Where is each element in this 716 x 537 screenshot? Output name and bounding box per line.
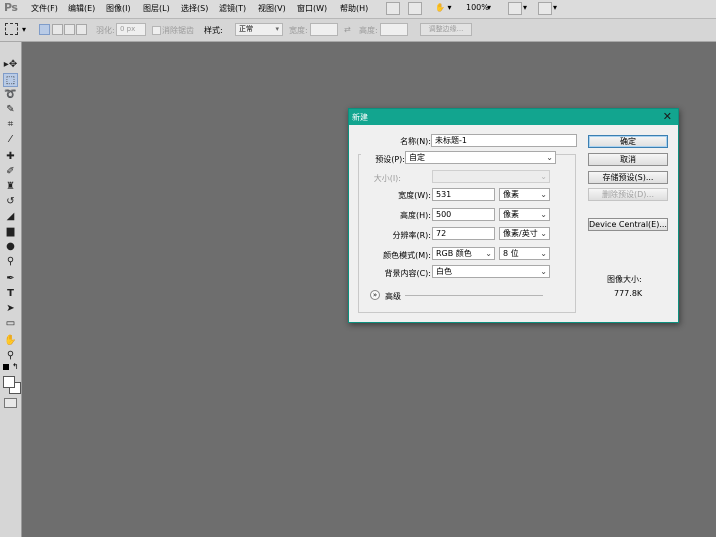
dialog-title: 新建 bbox=[352, 113, 368, 122]
screen-mode-icon[interactable] bbox=[538, 2, 552, 15]
size-select[interactable]: ⌄ bbox=[432, 170, 550, 183]
preset-dropdown-icon[interactable]: ▾ bbox=[22, 25, 26, 34]
marquee-tool-icon[interactable]: ⬚ bbox=[3, 73, 18, 87]
style-select[interactable]: 正常 ▾ bbox=[235, 23, 283, 36]
toolbox: ▸✥ ⬚ ➰ ✎ ⌗ ⁄ ✚ ✐ ♜ ↺ ◢ ▆ ● ⚲ ✒ T ➤ ▭ ✋ ⚲… bbox=[0, 42, 22, 537]
move-tool-icon[interactable]: ▸✥ bbox=[3, 58, 18, 72]
path-selection-tool-icon[interactable]: ➤ bbox=[3, 302, 18, 316]
quick-mask-icon[interactable] bbox=[4, 398, 17, 408]
menu-help[interactable]: 帮助(H) bbox=[340, 3, 368, 14]
width-input[interactable] bbox=[310, 23, 338, 36]
options-bar: ▾ 羽化: 0 px 消除锯齿 样式: 正常 ▾ 宽度: ⇄ 高度: 调整边缘..… bbox=[0, 19, 716, 42]
close-icon[interactable]: ✕ bbox=[663, 110, 672, 123]
preset-label: 预设(P): bbox=[361, 154, 407, 165]
width-unit-select[interactable]: 像素 ⌄ bbox=[499, 188, 550, 201]
bit-depth-select[interactable]: 8 位 ⌄ bbox=[499, 247, 550, 260]
menu-layer[interactable]: 图层(L) bbox=[143, 3, 170, 14]
marquee-preset-icon[interactable] bbox=[5, 23, 18, 35]
cancel-button[interactable]: 取消 bbox=[588, 153, 668, 166]
width-label: 宽度(W): bbox=[398, 191, 431, 200]
refine-edge-button[interactable]: 调整边缘... bbox=[420, 23, 472, 36]
ok-button[interactable]: 确定 bbox=[588, 135, 668, 148]
healing-brush-tool-icon[interactable]: ✚ bbox=[3, 150, 18, 164]
name-label: 名称(N): bbox=[400, 137, 431, 146]
quick-selection-tool-icon[interactable]: ✎ bbox=[3, 103, 18, 117]
clone-stamp-tool-icon[interactable]: ♜ bbox=[3, 180, 18, 194]
height-input[interactable] bbox=[380, 23, 408, 36]
preset-select[interactable]: 自定 ⌄ bbox=[405, 151, 556, 164]
mini-bridge-icon[interactable] bbox=[408, 2, 422, 15]
menu-select[interactable]: 选择(S) bbox=[181, 3, 208, 14]
bridge-icon[interactable] bbox=[386, 2, 400, 15]
menu-window[interactable]: 窗口(W) bbox=[297, 3, 327, 14]
feather-input[interactable]: 0 px bbox=[116, 23, 146, 36]
intersect-selection-icon[interactable] bbox=[76, 24, 87, 35]
zoom-tool-icon[interactable]: ⚲ bbox=[3, 349, 18, 363]
menu-bar: Ps 文件(F) 编辑(E) 图像(I) 图层(L) 选择(S) 滤镜(T) 视… bbox=[0, 0, 716, 19]
height-unit-select[interactable]: 像素 ⌄ bbox=[499, 208, 550, 221]
brush-tool-icon[interactable]: ✐ bbox=[3, 165, 18, 179]
screen-mode-dropdown-icon[interactable]: ▾ bbox=[553, 3, 557, 12]
hand-zoom-icon[interactable]: ✋ ▾ bbox=[435, 3, 452, 12]
eraser-tool-icon[interactable]: ◢ bbox=[3, 210, 18, 224]
arrange-dropdown-icon[interactable]: ▾ bbox=[523, 3, 527, 12]
dialog-title-bar: 新建 ✕ bbox=[349, 109, 678, 125]
default-colors-icon[interactable] bbox=[3, 364, 9, 370]
resolution-label: 分辨率(R): bbox=[392, 231, 432, 240]
name-input[interactable]: 未标题-1 bbox=[431, 134, 577, 147]
dodge-tool-icon[interactable]: ⚲ bbox=[3, 255, 18, 269]
image-size-label: 图像大小: bbox=[607, 275, 642, 284]
crop-tool-icon[interactable]: ⌗ bbox=[3, 118, 18, 132]
new-document-dialog: 新建 ✕ 名称(N): 未标题-1 预设(P): 自定 ⌄ 大小(I): ⌄ 宽度… bbox=[348, 108, 679, 323]
resolution-unit-select[interactable]: 像素/英寸 ⌄ bbox=[499, 227, 550, 240]
height-input[interactable]: 500 bbox=[432, 208, 495, 221]
swap-colors-icon[interactable]: ↰ bbox=[12, 362, 19, 371]
height-label: 高度: bbox=[359, 26, 378, 35]
advanced-label[interactable]: 高级 bbox=[385, 291, 401, 302]
menu-view[interactable]: 视图(V) bbox=[258, 3, 286, 14]
advanced-expand-icon[interactable]: » bbox=[370, 290, 380, 300]
color-mode-label: 颜色模式(M): bbox=[383, 251, 431, 260]
eyedropper-tool-icon[interactable]: ⁄ bbox=[3, 133, 18, 147]
lasso-tool-icon[interactable]: ➰ bbox=[3, 88, 18, 102]
blur-tool-icon[interactable]: ● bbox=[3, 240, 18, 254]
feather-label: 羽化: bbox=[96, 26, 115, 35]
save-preset-button[interactable]: 存储预设(S)... bbox=[588, 171, 668, 184]
antialias-label: 消除锯齿 bbox=[162, 26, 194, 35]
width-label: 宽度: bbox=[289, 26, 308, 35]
height-label: 高度(H): bbox=[400, 211, 431, 220]
size-label: 大小(I): bbox=[373, 174, 401, 183]
new-selection-icon[interactable] bbox=[39, 24, 50, 35]
image-size-value: 777.8K bbox=[614, 289, 643, 298]
zoom-dropdown-icon[interactable]: ▾ bbox=[487, 3, 491, 12]
rectangle-tool-icon[interactable]: ▭ bbox=[3, 317, 18, 331]
hand-tool-icon[interactable]: ✋ bbox=[3, 334, 18, 348]
foreground-color-swatch[interactable] bbox=[3, 376, 15, 388]
arrange-documents-icon[interactable] bbox=[508, 2, 522, 15]
width-input[interactable]: 531 bbox=[432, 188, 495, 201]
add-selection-icon[interactable] bbox=[52, 24, 63, 35]
subtract-selection-icon[interactable] bbox=[64, 24, 75, 35]
background-contents-label: 背景内容(C): bbox=[384, 269, 431, 278]
history-brush-tool-icon[interactable]: ↺ bbox=[3, 195, 18, 209]
delete-preset-button[interactable]: 删除预设(D)... bbox=[588, 188, 668, 201]
style-label: 样式: bbox=[204, 26, 223, 35]
color-mode-select[interactable]: RGB 颜色 ⌄ bbox=[432, 247, 495, 260]
app-logo: Ps bbox=[4, 1, 18, 14]
background-contents-select[interactable]: 白色 ⌄ bbox=[432, 265, 550, 278]
resolution-input[interactable]: 72 bbox=[432, 227, 495, 240]
swap-icon[interactable]: ⇄ bbox=[344, 25, 351, 34]
advanced-divider bbox=[405, 295, 543, 296]
antialias-checkbox[interactable] bbox=[152, 26, 161, 35]
type-tool-icon[interactable]: T bbox=[3, 287, 18, 301]
menu-filter[interactable]: 滤镜(T) bbox=[219, 3, 246, 14]
gradient-tool-icon[interactable]: ▆ bbox=[3, 225, 18, 239]
menu-file[interactable]: 文件(F) bbox=[31, 3, 58, 14]
menu-edit[interactable]: 编辑(E) bbox=[68, 3, 95, 14]
device-central-button[interactable]: Device Central(E)... bbox=[588, 218, 668, 231]
menu-image[interactable]: 图像(I) bbox=[106, 3, 131, 14]
zoom-level[interactable]: 100% bbox=[466, 3, 489, 12]
pen-tool-icon[interactable]: ✒ bbox=[3, 272, 18, 286]
